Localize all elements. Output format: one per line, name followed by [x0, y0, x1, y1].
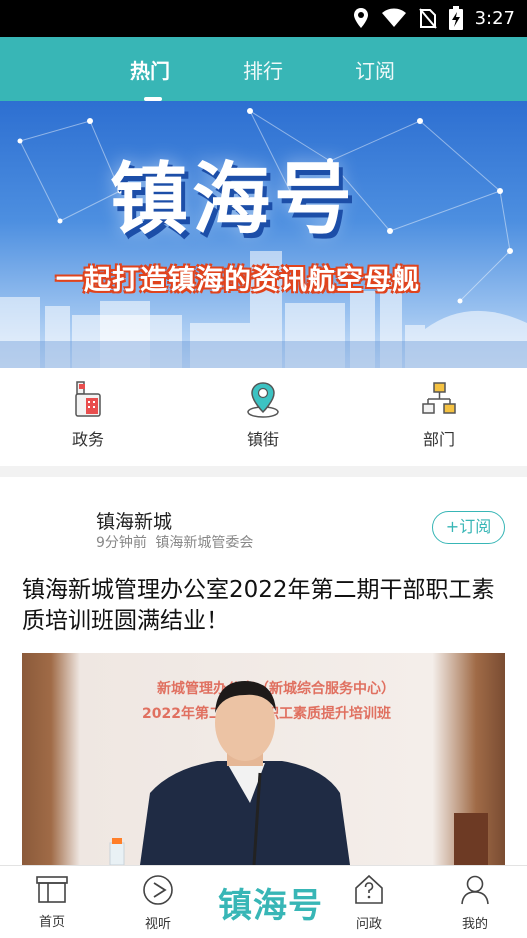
tab-subscribe[interactable]: 订阅	[355, 55, 395, 84]
no-sim-icon	[418, 8, 437, 29]
quick-nav-government-label: 政务	[71, 430, 104, 449]
banner[interactable]: 镇海号 一起打造镇海的资讯航空母舰	[0, 101, 527, 368]
bottom-nav-me[interactable]: 我的	[440, 874, 510, 932]
government-building-icon	[75, 381, 101, 417]
home-icon	[36, 876, 68, 903]
bottom-nav-home[interactable]: 首页	[17, 874, 87, 930]
status-time: 3:27	[474, 7, 515, 29]
quick-nav: 政务 镇街 部门	[0, 368, 527, 466]
article-card[interactable]: 镇海新城 9分钟前 镇海新城管委会 +订阅 镇海新城管理办公室2022年第二期干…	[0, 477, 527, 865]
wifi-icon	[381, 8, 406, 27]
play-icon	[143, 875, 173, 905]
author-meta: 9分钟前 镇海新城管委会	[96, 532, 253, 552]
status-icons: 3:27	[353, 6, 515, 30]
bottom-nav-video[interactable]: 视听	[123, 874, 193, 932]
quick-nav-street[interactable]: 镇街	[213, 380, 313, 450]
quick-nav-street-label: 镇街	[246, 430, 279, 449]
question-icon	[355, 874, 383, 904]
quick-nav-department[interactable]: 部门	[389, 380, 489, 450]
banner-slogan: 一起打造镇海的资讯航空母舰	[56, 265, 420, 296]
bottom-nav-ask-label: 问政	[355, 917, 382, 932]
bottom-nav-logo[interactable]: 镇海号	[218, 878, 323, 927]
article-title[interactable]: 镇海新城管理办公室2022年第二期干部职工素质培训班圆满结业！	[22, 575, 507, 637]
author-name[interactable]: 镇海新城	[96, 507, 172, 534]
top-tab-bar: 热门 排行 订阅	[0, 37, 527, 101]
tab-ranking[interactable]: 排行	[243, 55, 283, 84]
bottom-nav-home-label: 首页	[38, 915, 65, 930]
quick-nav-government[interactable]: 政务	[38, 380, 138, 450]
bottom-nav-me-label: 我的	[461, 917, 488, 932]
banner-title: 镇海号	[110, 155, 357, 245]
quick-nav-department-label: 部门	[422, 430, 455, 449]
bottom-nav: 首页 视听 镇海号 问政 我的	[0, 865, 527, 938]
tab-hot[interactable]: 热门	[130, 55, 170, 84]
subscribe-button[interactable]: +订阅	[432, 511, 505, 544]
location-icon	[353, 8, 368, 28]
map-pin-icon	[247, 382, 279, 418]
battery-charging-icon	[448, 6, 463, 30]
post-time: 9分钟前	[96, 535, 147, 551]
org-chart-icon	[422, 382, 456, 414]
speaker-figure	[109, 681, 488, 865]
bottom-nav-ask[interactable]: 问政	[334, 874, 404, 932]
user-icon	[461, 875, 489, 905]
article-photo[interactable]: 新城管理办公室（新城综合服务中心） 2022年第二期干部职工素质提升培训班	[22, 653, 505, 865]
post-source: 镇海新城管委会	[155, 535, 254, 551]
bottom-nav-video-label: 视听	[144, 917, 171, 932]
status-bar: 3:27	[0, 0, 527, 37]
